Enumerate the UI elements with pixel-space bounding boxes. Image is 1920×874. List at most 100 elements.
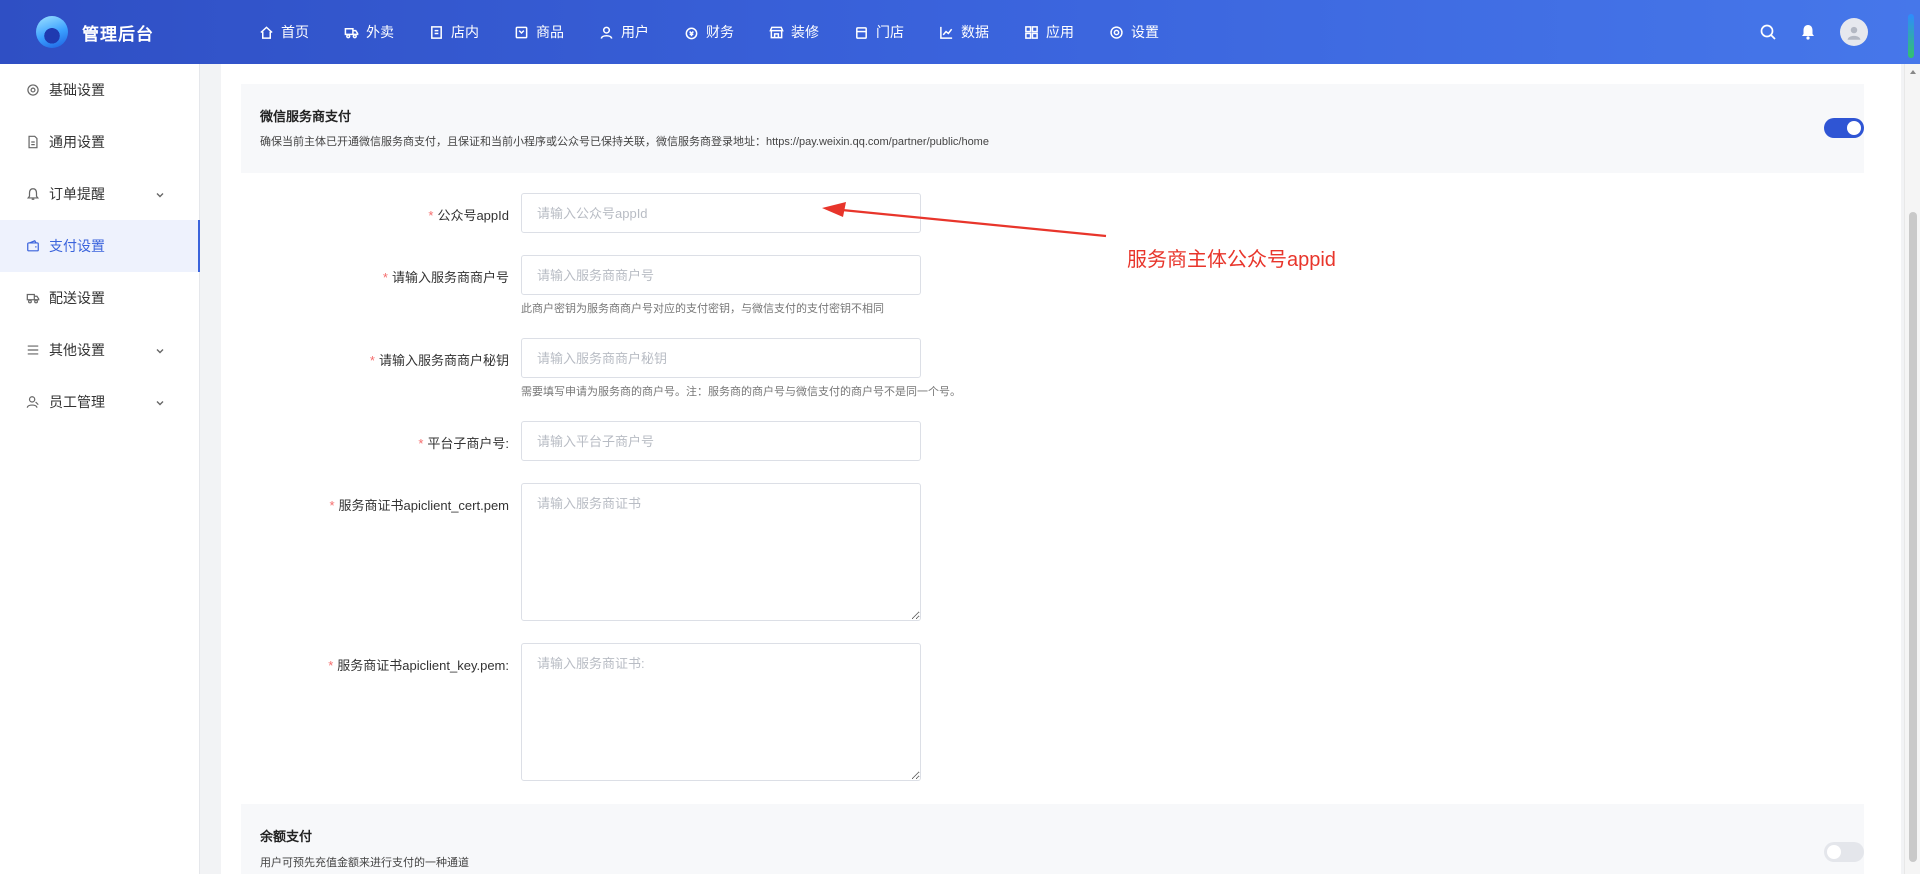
staff-icon <box>25 394 41 410</box>
scroll-thumb[interactable] <box>1909 212 1917 862</box>
balance-section-title: 余额支付 <box>260 829 313 844</box>
mch-key-help: 需要填写申请为服务商的商户号。注：服务商的商户号与微信支付的商户号不是同一个号。 <box>521 386 961 398</box>
required-mark: * <box>369 353 375 368</box>
nav-item-data[interactable]: 数据 <box>938 0 989 64</box>
nav-item-home[interactable]: 首页 <box>258 0 309 64</box>
sidebar-item-general-settings[interactable]: 通用设置 <box>0 116 199 168</box>
mch-id-label-text: 请输入服务商商户号 <box>391 270 509 285</box>
balance-pay-toggle[interactable] <box>1824 842 1864 862</box>
balance-pay-section: 余额支付 用户可预先充值金额来进行支付的一种通道 <box>241 804 1864 874</box>
sidebar-item-delivery-settings[interactable]: 配送设置 <box>0 272 199 324</box>
nav-label: 门店 <box>876 24 904 40</box>
appid-label: * 公众号appId <box>221 205 509 224</box>
section-description: 确保当前主体已开通微信服务商支付，且保证和当前小程序或公众号已保持关联，微信服务… <box>260 136 989 148</box>
user-icon <box>598 24 614 40</box>
logo-icon <box>36 16 68 48</box>
section-title: 微信服务商支付 <box>260 109 352 124</box>
mch-key-label-text: 请输入服务商商户秘钥 <box>378 353 509 368</box>
required-mark: * <box>329 498 335 513</box>
truck-icon <box>25 290 41 306</box>
nav-item-settings[interactable]: 设置 <box>1108 0 1159 64</box>
key-label-text: 服务商证书apiclient_key.pem: <box>337 658 509 673</box>
delivery-icon <box>343 24 359 40</box>
avatar[interactable] <box>1840 18 1868 46</box>
annotation-arrow <box>822 202 1107 238</box>
finance-icon <box>683 24 699 40</box>
nav-item-apps[interactable]: 应用 <box>1023 0 1074 64</box>
app-title: 管理后台 <box>82 24 154 44</box>
wallet-icon <box>25 238 41 254</box>
main-content: 微信服务商支付 确保当前主体已开通微信服务商支付，且保证和当前小程序或公众号已保… <box>221 64 1901 874</box>
chevron-down-icon[interactable] <box>155 343 167 355</box>
mch-id-input[interactable] <box>521 255 921 295</box>
annotation-text: 服务商主体公众号appid <box>1127 249 1336 271</box>
nav-item-shop[interactable]: 门店 <box>853 0 904 64</box>
mch-key-label: * 请输入服务商商户秘钥 <box>221 350 509 369</box>
form-row-mch-key: *请输入服务商商户秘钥 需要填写申请为服务商的商户号。注：服务商的商户号与微信支… <box>221 338 1221 402</box>
sidebar: 基础设置 通用设置 订单提醒 支付设置 配送设置 其他设置 员工管理 <box>0 64 200 874</box>
sidebar-item-label: 员工管理 <box>49 394 105 410</box>
chevron-down-icon[interactable] <box>155 187 167 199</box>
sub-mch-id-input[interactable] <box>521 421 921 461</box>
nav-label: 财务 <box>706 24 734 40</box>
scroll-up-icon[interactable] <box>1909 68 1917 76</box>
store-icon <box>428 24 444 40</box>
key-label: * 服务商证书apiclient_key.pem: <box>221 655 509 674</box>
gear-icon <box>1108 24 1124 40</box>
nav-item-finance[interactable]: 财务 <box>683 0 734 64</box>
form-row-cert: * 服务商证书apiclient_cert.pem <box>221 483 1221 623</box>
sidebar-item-label: 其他设置 <box>49 342 105 358</box>
toggle-knob <box>1847 121 1861 135</box>
required-mark: * <box>382 270 388 285</box>
key-textarea[interactable] <box>521 643 921 781</box>
cert-label-text: 服务商证书apiclient_cert.pem <box>338 498 510 513</box>
home-icon <box>258 24 274 40</box>
nav-label: 设置 <box>1131 24 1159 40</box>
nav-label: 数据 <box>961 24 989 40</box>
sidebar-item-basic-settings[interactable]: 基础设置 <box>0 64 199 116</box>
nav-label: 装修 <box>791 24 819 40</box>
cert-textarea[interactable] <box>521 483 921 621</box>
sidebar-item-order-reminder[interactable]: 订单提醒 <box>0 168 199 220</box>
sidebar-item-payment-settings[interactable]: 支付设置 <box>0 220 200 272</box>
nav-item-goods[interactable]: 商品 <box>513 0 564 64</box>
sidebar-item-staff-management[interactable]: 员工管理 <box>0 376 199 428</box>
top-navigation-bar: 管理后台 首页 外卖 店内 商品 用户 财务 装修 门店 数据 应用 设置 <box>0 0 1920 64</box>
mch-key-input[interactable] <box>521 338 921 378</box>
vertical-scrollbar[interactable] <box>1904 64 1920 874</box>
nav-item-decorate[interactable]: 装修 <box>768 0 819 64</box>
nav-item-delivery[interactable]: 外卖 <box>343 0 394 64</box>
wechat-partner-pay-toggle[interactable] <box>1824 118 1864 138</box>
form-row-key: * 服务商证书apiclient_key.pem: <box>221 643 1221 783</box>
apps-icon <box>1023 24 1039 40</box>
decorate-icon <box>768 24 784 40</box>
mch-id-label: * 请输入服务商商户号 <box>221 267 509 286</box>
appid-label-text: 公众号appId <box>437 208 509 223</box>
sidebar-item-label: 通用设置 <box>49 134 105 150</box>
chart-icon <box>938 24 954 40</box>
bell-icon <box>25 186 41 202</box>
sub-mch-id-label-text: 平台子商户号: <box>427 436 509 451</box>
search-icon[interactable] <box>1758 22 1778 42</box>
chevron-down-icon[interactable] <box>155 395 167 407</box>
page-scroll-indicator <box>1908 14 1914 58</box>
nav-label: 应用 <box>1046 24 1074 40</box>
nav-label: 首页 <box>281 24 309 40</box>
goods-icon <box>513 24 529 40</box>
required-mark: * <box>418 436 424 451</box>
nav-item-user[interactable]: 用户 <box>598 0 649 64</box>
doc-icon <box>25 134 41 150</box>
sidebar-item-other-settings[interactable]: 其他设置 <box>0 324 199 376</box>
bell-icon[interactable] <box>1798 22 1818 42</box>
nav-label: 用户 <box>621 24 649 40</box>
user-avatar-icon <box>1847 26 1861 40</box>
brand[interactable]: 管理后台 <box>36 14 154 50</box>
required-mark: * <box>328 658 334 673</box>
nav-label: 商品 <box>536 24 564 40</box>
balance-section-description: 用户可预先充值金额来进行支付的一种通道 <box>260 857 469 869</box>
nav-label: 外卖 <box>366 24 394 40</box>
menu-icon <box>25 342 41 358</box>
shop-icon <box>853 24 869 40</box>
nav-item-store[interactable]: 店内 <box>428 0 479 64</box>
form-row-sub-mch-id: * 平台子商户号: <box>221 421 1221 461</box>
